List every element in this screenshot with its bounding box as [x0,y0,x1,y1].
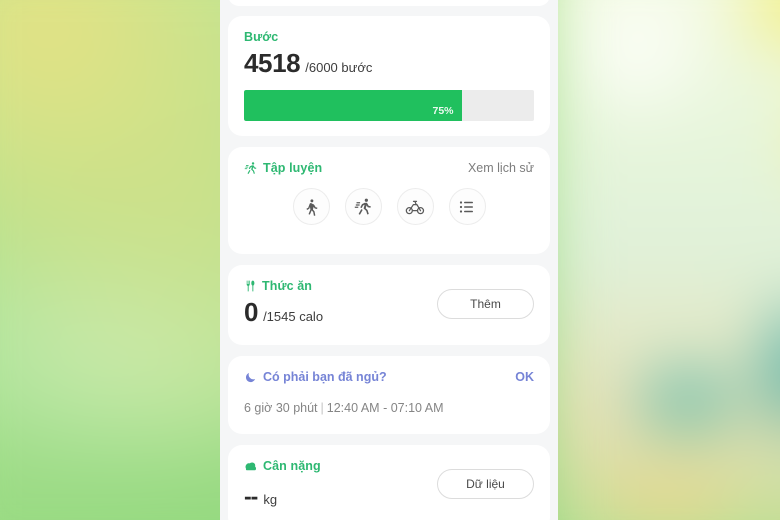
screenshot-root: Bước 4518 /6000 bước 75% Tập luyện Xem l… [0,0,780,520]
food-title-label: Thức ăn [262,279,313,293]
steps-card[interactable]: Bước 4518 /6000 bước 75% [228,16,550,136]
exercise-list-button[interactable] [448,188,486,225]
weight-value: -- [244,483,258,509]
exercise-history-link[interactable]: Xem lịch sử [468,161,534,175]
running-person-icon [354,197,373,216]
sleep-ok-button[interactable]: OK [515,370,534,384]
steps-value-row: 4518 /6000 bước [244,48,534,79]
steps-progress-bar: 75% [244,90,534,121]
food-value: 0 [244,297,259,327]
exercise-button-row [244,188,534,225]
phone-screen: Bước 4518 /6000 bước 75% Tập luyện Xem l… [220,0,558,520]
sleep-title-label: Có phải bạn đã ngủ? [263,370,387,384]
exercise-cycling-button[interactable] [396,188,434,225]
steps-value: 4518 [244,48,301,78]
steps-title-label: Bước [244,30,279,44]
partial-card-above [228,0,550,6]
food-goal-text: /1545 calo [263,309,324,324]
sleep-time-range: 12:40 AM - 07:10 AM [326,401,444,415]
scale-icon [244,460,258,472]
weight-unit: kg [263,492,278,507]
walking-person-icon [302,198,320,216]
bicycle-icon [405,197,425,217]
running-person-icon [244,161,258,175]
steps-goal-text: /6000 bước [305,60,373,75]
exercise-walking-button[interactable] [292,188,330,225]
weight-card[interactable]: Cân nặng -- kg Dữ liệu [228,445,550,520]
list-icon [458,198,476,216]
sleep-duration: 6 giờ 30 phút [244,401,318,415]
exercise-title-label: Tập luyện [263,161,323,175]
sleep-card[interactable]: Có phải bạn đã ngủ? OK 6 giờ 30 phút | 12:… [228,356,550,434]
sleep-detail-row: 6 giờ 30 phút | 12:40 AM - 07:10 AM [244,401,534,415]
food-card[interactable]: Thức ăn 0 /1545 calo Thêm [228,265,550,345]
fork-knife-icon [244,279,257,293]
exercise-card[interactable]: Tập luyện Xem lịch sử [228,147,550,254]
moon-icon [244,371,257,384]
sleep-separator: | [320,401,324,415]
sleep-card-header: Có phải bạn đã ngủ? OK [244,370,534,384]
exercise-card-title: Tập luyện [244,161,322,175]
weight-data-button[interactable]: Dữ liệu [437,469,534,499]
steps-progress-label: 75% [432,105,454,117]
steps-progress-fill: 75% [244,90,462,121]
sleep-card-title: Có phải bạn đã ngủ? [244,370,387,384]
food-add-button[interactable]: Thêm [437,289,534,319]
exercise-card-header: Tập luyện Xem lịch sử [244,161,534,175]
steps-card-title: Bước [244,30,534,44]
exercise-running-button[interactable] [344,188,382,225]
weight-title-label: Cân nặng [263,459,321,473]
background-blur-right [548,0,780,520]
